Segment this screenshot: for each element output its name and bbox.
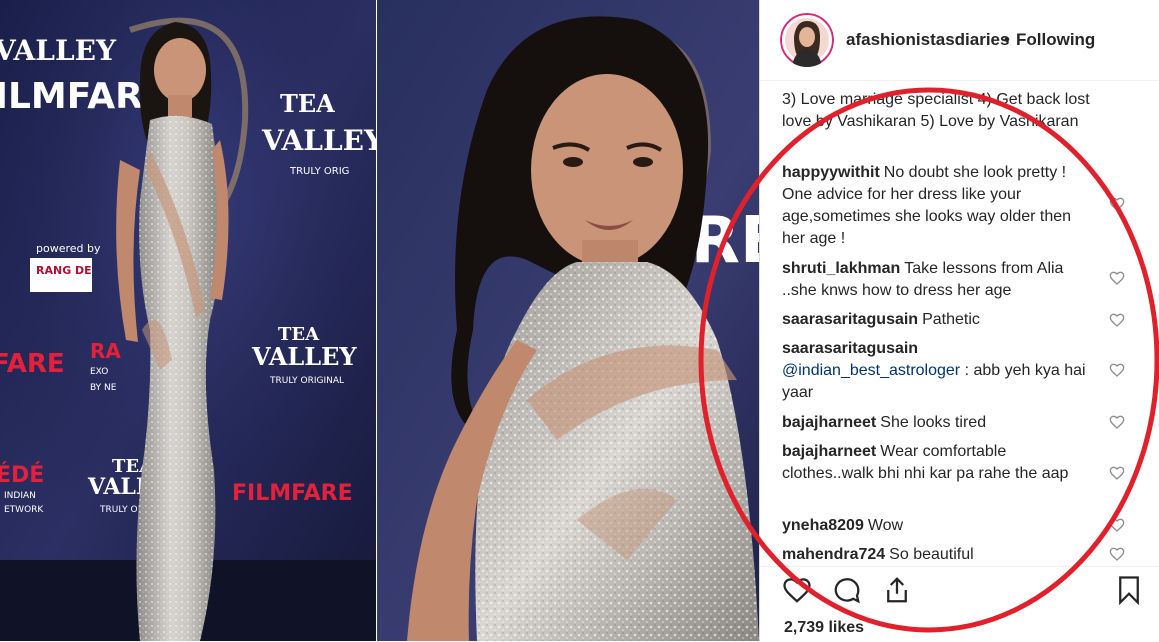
backdrop-text: FILMFARE <box>232 481 353 506</box>
backdrop-text: EXO <box>90 367 108 377</box>
backdrop-text: VALLEY <box>0 34 117 67</box>
comment-text: 3) Love marriage specialist 4) Get back … <box>782 91 1090 130</box>
like-comment-heart-icon[interactable] <box>1109 465 1125 481</box>
header-separator: • <box>1004 30 1010 49</box>
post-author-username[interactable]: afashionistasdiaries <box>846 30 1009 50</box>
comment-text: Wow <box>867 517 904 534</box>
photo-full-length: VALLEY FILMFARE TEA VALLEY TRULY ORIG po… <box>0 0 376 641</box>
comment-username[interactable]: shruti_lakhman <box>782 260 900 277</box>
photo-close-up: FRE <box>377 0 759 641</box>
bookmark-icon[interactable] <box>1114 575 1144 605</box>
like-comment-heart-icon[interactable] <box>1109 517 1125 533</box>
backdrop-text: ETWORK <box>4 505 44 515</box>
backdrop-text: RA <box>90 339 121 363</box>
backdrop-text: RANG DE <box>36 264 92 277</box>
following-button[interactable]: Following <box>1016 30 1095 50</box>
comment-item: happyywithit No doubt she look pretty ! O… <box>782 162 1094 250</box>
comment-item: bajajharneet Wear comfortable clothes..wa… <box>782 441 1094 485</box>
like-comment-heart-icon[interactable] <box>1109 546 1125 562</box>
comment-mention-link[interactable]: @indian_best_astrologer <box>782 362 960 379</box>
heart-icon[interactable] <box>782 575 812 605</box>
backdrop-text: FARE <box>0 349 65 379</box>
like-comment-heart-icon[interactable] <box>1109 414 1125 430</box>
comment-item: yneha8209 Wow <box>782 515 1094 537</box>
comment-item: saarasaritagusain @indian_best_astrologe… <box>782 338 1094 404</box>
avatar[interactable] <box>780 13 834 67</box>
comment-username[interactable]: bajajharneet <box>782 443 876 460</box>
like-comment-heart-icon[interactable] <box>1109 270 1125 286</box>
backdrop-text: TRULY ORIGINAL <box>269 376 344 386</box>
post-header: afashionistasdiaries • Following <box>760 0 1159 81</box>
backdrop-text: BY NE <box>90 383 117 393</box>
comment-item: shruti_lakhman Take lessons from Alia ..s… <box>782 258 1094 302</box>
backdrop-text: TEA <box>280 89 335 118</box>
comment-text: So beautiful <box>889 546 974 563</box>
comment-username[interactable]: bajajharneet <box>782 414 876 431</box>
comment-item: mahendra724 So beautiful <box>782 544 1094 566</box>
comment-username[interactable]: mahendra724 <box>782 546 885 563</box>
photo-close-up-image: FRE <box>377 0 759 641</box>
comment-username[interactable]: happyywithit <box>782 164 880 181</box>
backdrop-text: VALLEY <box>251 342 357 371</box>
post-actions-bar: 2,739 likes <box>760 566 1159 642</box>
like-comment-heart-icon[interactable] <box>1109 362 1125 378</box>
comment-text: She looks tired <box>880 414 987 431</box>
comment-item: bajajharneet She looks tired <box>782 412 1094 434</box>
backdrop-text: VALLEY <box>261 124 376 157</box>
backdrop-text: powered by <box>36 242 101 255</box>
like-comment-heart-icon[interactable] <box>1109 312 1125 328</box>
comment-text: Pathetic <box>922 311 980 328</box>
backdrop-text: ÉDÉ <box>0 462 44 488</box>
backdrop-text: INDIAN <box>4 491 36 501</box>
avatar-image <box>780 13 834 67</box>
comment-username[interactable]: saarasaritagusain <box>782 340 918 357</box>
comment-item: 3) Love marriage specialist 4) Get back … <box>782 89 1094 133</box>
comment-username[interactable]: saarasaritagusain <box>782 311 918 328</box>
comment-icon[interactable] <box>832 575 862 605</box>
share-icon[interactable] <box>882 575 912 605</box>
photo-full-length-image: VALLEY FILMFARE TEA VALLEY TRULY ORIG po… <box>0 0 376 641</box>
like-count[interactable]: 2,739 likes <box>784 619 864 637</box>
backdrop-text: TRULY ORIG <box>289 166 349 177</box>
post-sidebar: afashionistasdiaries • Following 3) Love… <box>760 0 1159 641</box>
like-comment-heart-icon[interactable] <box>1109 196 1125 212</box>
comment-item: saarasaritagusain Pathetic <box>782 309 1094 331</box>
comment-username[interactable]: yneha8209 <box>782 517 864 534</box>
